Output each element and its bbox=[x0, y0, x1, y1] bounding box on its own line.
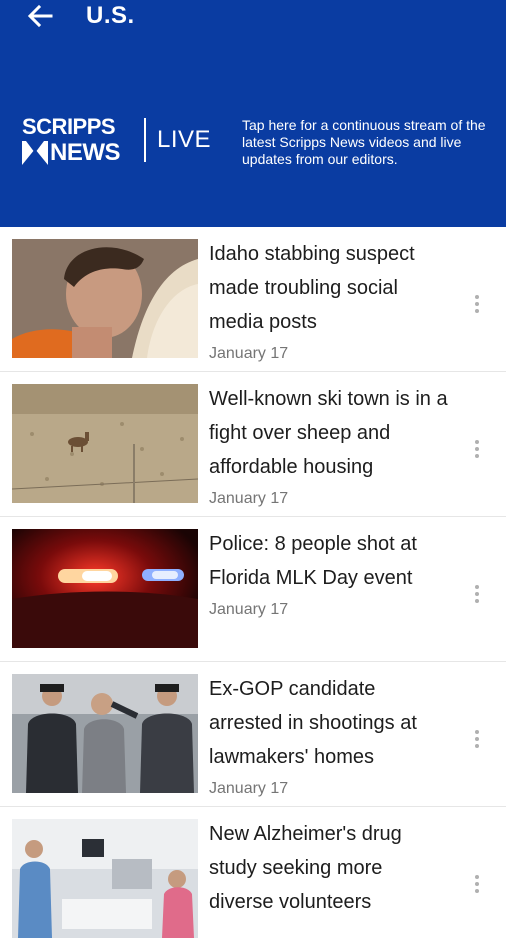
article-item[interactable]: Idaho stabbing suspect made troubling so… bbox=[0, 227, 506, 372]
article-headline: Idaho stabbing suspect made troubling so… bbox=[209, 243, 415, 333]
article-date: January 17 bbox=[209, 490, 289, 507]
article-date: January 17 bbox=[209, 345, 289, 362]
more-vert-icon bbox=[475, 295, 479, 313]
app-header: U.S. SCRIPPS NEWS LIVE Tap here for a co… bbox=[0, 0, 506, 227]
more-vert-icon bbox=[475, 440, 479, 458]
article-thumbnail bbox=[12, 674, 198, 793]
page-title: U.S. bbox=[86, 2, 135, 29]
clinic-photo-image bbox=[12, 819, 198, 938]
sheep-field-image bbox=[12, 384, 198, 503]
more-vert-icon bbox=[475, 875, 479, 893]
logo-text-news: NEWS bbox=[50, 139, 121, 166]
article-thumbnail bbox=[12, 239, 198, 358]
article-item[interactable]: Police: 8 people shot at Florida MLK Day… bbox=[0, 517, 506, 662]
arrow-left-icon bbox=[27, 4, 53, 28]
article-item[interactable]: New Alzheimer's drug study seeking more … bbox=[0, 807, 506, 951]
article-item[interactable]: Well-known ski town is in a fight over s… bbox=[0, 372, 506, 517]
article-date: January 17 bbox=[209, 780, 289, 797]
article-headline: Well-known ski town is in a fight over s… bbox=[209, 388, 448, 478]
article-date: January 17 bbox=[209, 601, 289, 618]
article-headline: Police: 8 people shot at Florida MLK Day… bbox=[209, 533, 417, 589]
more-options-button[interactable] bbox=[466, 724, 488, 754]
article-item[interactable]: Ex-GOP candidate arrested in shootings a… bbox=[0, 662, 506, 807]
live-stream-banner[interactable]: SCRIPPS NEWS LIVE Tap here for a continu… bbox=[0, 104, 506, 184]
more-options-button[interactable] bbox=[466, 434, 488, 464]
more-options-button[interactable] bbox=[466, 579, 488, 609]
article-headline: New Alzheimer's drug study seeking more … bbox=[209, 823, 402, 913]
article-headline: Ex-GOP candidate arrested in shootings a… bbox=[209, 678, 417, 768]
police-lights-image bbox=[12, 529, 198, 648]
more-options-button[interactable] bbox=[466, 869, 488, 899]
article-thumbnail bbox=[12, 529, 198, 648]
more-vert-icon bbox=[475, 730, 479, 748]
suspect-photo-image bbox=[12, 239, 198, 358]
more-options-button[interactable] bbox=[466, 289, 488, 319]
logo-text-scripps: SCRIPPS bbox=[22, 114, 116, 139]
scripps-logo-mark-icon bbox=[22, 141, 48, 165]
back-button[interactable] bbox=[24, 0, 56, 32]
article-list: Idaho stabbing suspect made troubling so… bbox=[0, 227, 506, 951]
more-vert-icon bbox=[475, 585, 479, 603]
live-label: LIVE bbox=[157, 126, 212, 153]
arrest-photo-image bbox=[12, 674, 198, 793]
article-thumbnail bbox=[12, 819, 198, 938]
article-thumbnail bbox=[12, 384, 198, 503]
scripps-news-logo: SCRIPPS NEWS bbox=[22, 116, 130, 168]
logo-divider bbox=[144, 118, 146, 162]
live-description: Tap here for a continuous stream of the … bbox=[242, 117, 486, 167]
